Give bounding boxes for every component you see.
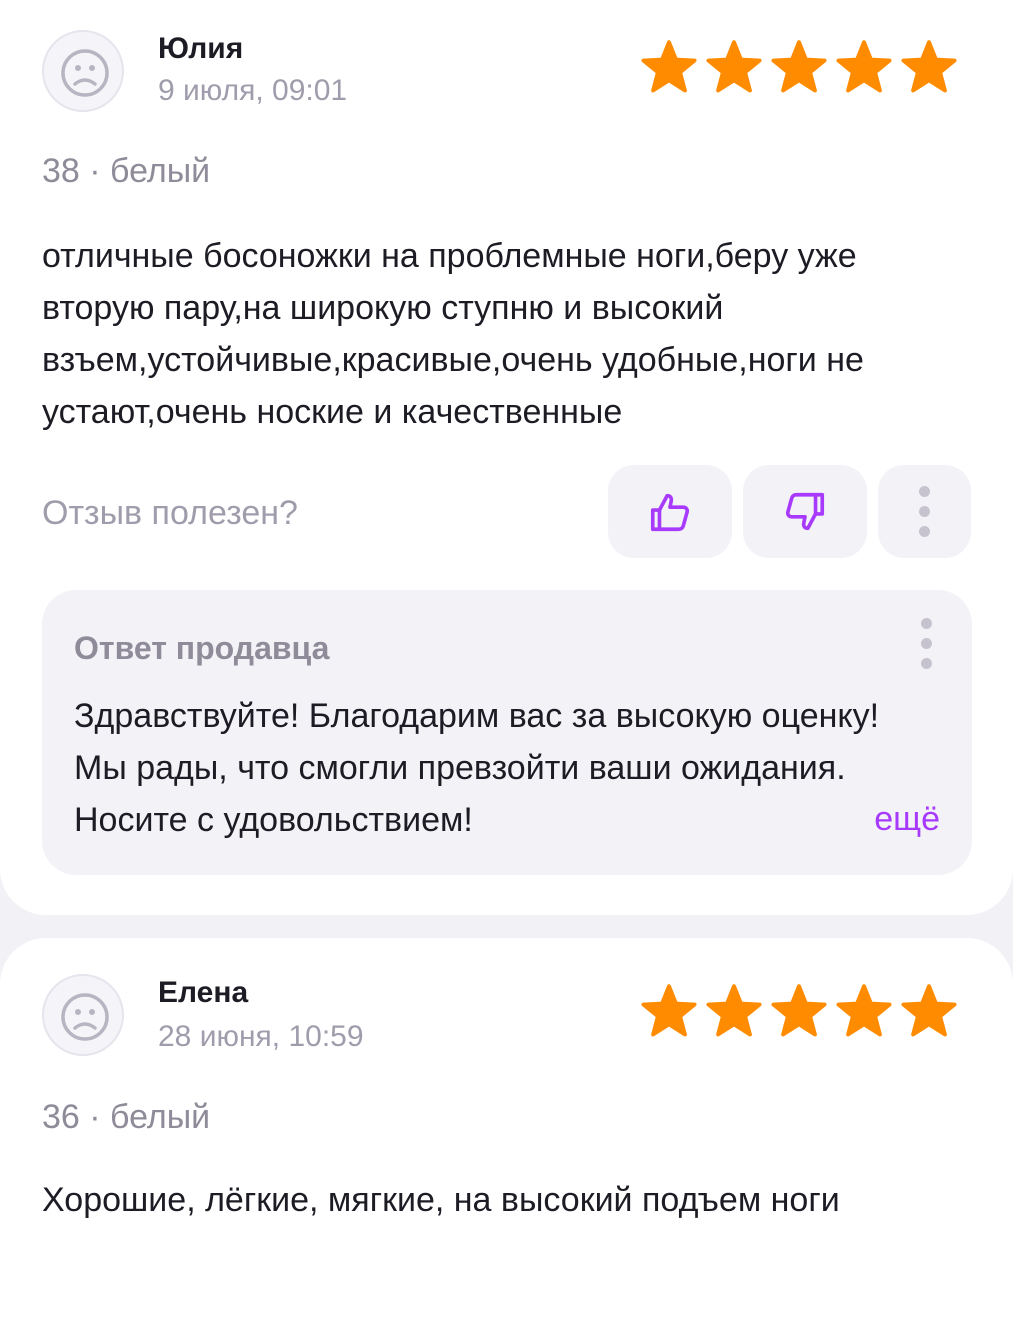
star-icon: [706, 984, 762, 1037]
show-more-link[interactable]: ещё: [874, 800, 940, 839]
sad-face-icon: [61, 993, 109, 1041]
review-card: Юлия 9 июля, 09:01 38 · белый отличные б…: [0, 0, 1013, 915]
review-text: Хорошие, лёгкие, мягкие, на высокий подъ…: [42, 1181, 840, 1219]
author-name: Елена: [158, 976, 249, 1009]
seller-reply-text: Здравствуйте! Благодарим вас за высокую …: [74, 697, 880, 839]
star-icon: [836, 984, 892, 1037]
more-vertical-icon: [921, 618, 932, 669]
seller-reply: Ответ продавца Здравствуйте! Благодарим …: [42, 590, 972, 875]
thumbs-up-icon: [650, 493, 690, 531]
star-icon: [641, 40, 697, 93]
star-icon: [706, 40, 762, 93]
avatar: [42, 974, 124, 1056]
review-text: отличные босоножки на проблемные ноги,бе…: [42, 237, 864, 431]
seller-reply-title: Ответ продавца: [74, 630, 330, 666]
seller-reply-text-container: Здравствуйте! Благодарим вас за высокую …: [74, 690, 914, 846]
avatar: [42, 30, 124, 112]
helpful-label: Отзыв полезен?: [42, 494, 298, 532]
thumbs-down-icon: [785, 492, 825, 530]
text-fade: [602, 798, 782, 850]
variant-info: 36 · белый: [42, 1098, 211, 1136]
seller-reply-menu-button[interactable]: [921, 618, 932, 669]
variant-info: 38 · белый: [42, 152, 211, 190]
star-icon: [771, 40, 827, 93]
star-icon: [901, 40, 957, 93]
sad-face-icon: [61, 49, 109, 97]
star-icon: [771, 984, 827, 1037]
dislike-button[interactable]: [743, 465, 867, 558]
star-icon: [836, 40, 892, 93]
like-button[interactable]: [608, 465, 732, 558]
star-rating: [640, 984, 958, 1040]
more-vertical-icon: [919, 486, 930, 537]
review-date: 28 июня, 10:59: [158, 1020, 364, 1053]
review-menu-button[interactable]: [878, 465, 971, 558]
star-icon: [901, 984, 957, 1037]
review-card: Елена 28 июня, 10:59 36 · белый Хорошие,…: [0, 938, 1013, 1338]
review-date: 9 июля, 09:01: [158, 74, 348, 107]
star-rating: [640, 40, 958, 96]
author-name: Юлия: [158, 32, 244, 65]
star-icon: [641, 984, 697, 1037]
